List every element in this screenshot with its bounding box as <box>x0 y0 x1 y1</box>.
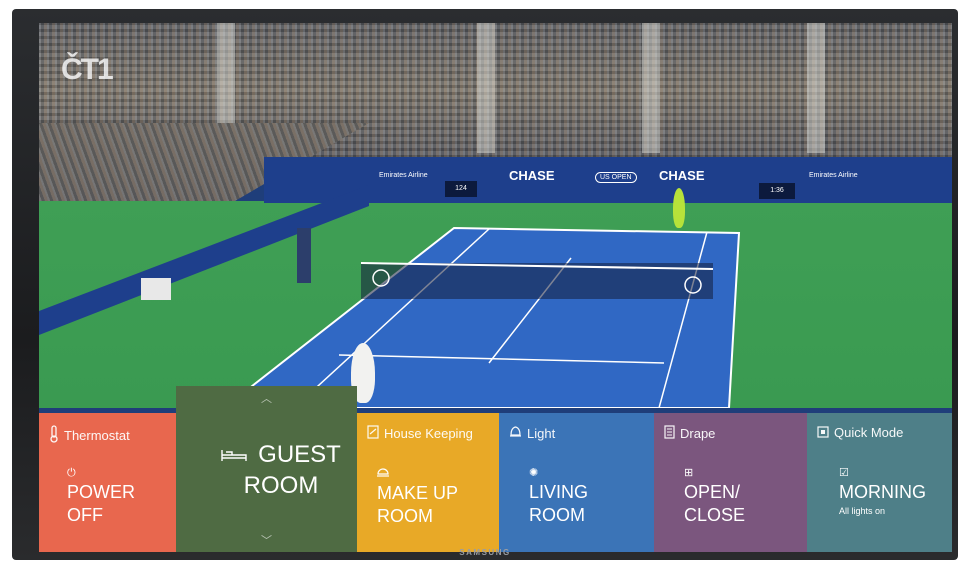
tile-body: ⊞ OPEN/ CLOSE <box>684 467 745 527</box>
tv-screen: Emirates Airline CHASE US OPEN CHASE Emi… <box>39 23 952 552</box>
room-service-icon <box>377 467 458 480</box>
checkbox-icon: ☑ <box>839 467 849 479</box>
tennis-broadcast: Emirates Airline CHASE US OPEN CHASE Emi… <box>39 23 952 408</box>
guest-room-tile[interactable]: ︿ GUEST ROOM ﹀ <box>176 386 357 552</box>
tile-line1: MORNING <box>839 482 926 502</box>
tile-line2: CLOSE <box>684 505 746 525</box>
grid-icon: ⊞ <box>684 467 694 479</box>
tile-line1: OPEN/ <box>684 482 741 502</box>
tile-subtext: All lights on <box>839 506 886 516</box>
tile-line1: POWER <box>67 482 136 502</box>
guest-line2: ROOM <box>243 472 319 499</box>
house-keeping-tile[interactable]: House Keeping MAKE UP ROOM <box>357 413 499 552</box>
tv-brand-label: SAMSUNG <box>459 548 511 557</box>
mode-icon <box>817 425 829 440</box>
quick-mode-tile[interactable]: Quick Mode ☑ MORNING All lights on <box>807 413 952 552</box>
thermometer-icon <box>49 425 59 445</box>
bell-icon <box>509 425 522 441</box>
tile-header: Light <box>509 425 555 441</box>
tile-body: ⏻ POWER OFF <box>67 467 135 527</box>
tile-header: Quick Mode <box>817 425 903 440</box>
light-bulb-icon: ✺ <box>529 467 539 479</box>
tile-header: Drape <box>664 425 715 441</box>
tile-line1: LIVING <box>529 482 589 502</box>
courtside-cooler <box>141 278 171 300</box>
tile-title: Drape <box>680 425 716 441</box>
power-icon: ⏻ <box>67 467 76 479</box>
umpire-chair <box>297 228 311 283</box>
tile-line2: ROOM <box>529 505 585 525</box>
tile-body: ✺ LIVING ROOM <box>529 467 588 527</box>
tile-header: Thermostat <box>49 425 130 445</box>
bed-icon <box>221 446 252 466</box>
tile-title: Thermostat <box>64 427 130 443</box>
tile-title: House Keeping <box>384 425 473 441</box>
tile-line2: ROOM <box>377 506 433 526</box>
guest-line1: GUEST <box>258 441 341 468</box>
tennis-court <box>141 226 741 408</box>
tv-frame: Emirates Airline CHASE US OPEN CHASE Emi… <box>12 9 958 560</box>
tile-title: Quick Mode <box>834 425 904 440</box>
drape-tile[interactable]: Drape ⊞ OPEN/ CLOSE <box>654 413 807 552</box>
tile-line2: OFF <box>67 505 103 525</box>
far-player <box>673 188 685 228</box>
chevron-down-icon[interactable]: ﹀ <box>176 532 357 548</box>
tile-body: ☑ MORNING All lights on <box>839 467 926 516</box>
tile-body: MAKE UP ROOM <box>377 467 458 528</box>
light-tile[interactable]: Light ✺ LIVING ROOM <box>499 413 654 552</box>
clipboard-icon <box>367 425 379 441</box>
chevron-up-icon[interactable]: ︿ <box>176 390 357 406</box>
thermostat-tile[interactable]: Thermostat ⏻ POWER OFF <box>39 413 176 552</box>
drape-icon <box>664 425 675 441</box>
channel-logo: ČT1 <box>61 53 114 86</box>
guest-room-title: GUEST ROOM <box>206 440 356 500</box>
tile-line1: MAKE UP <box>377 483 459 503</box>
tile-header: House Keeping <box>367 425 473 441</box>
tile-title: Light <box>527 425 556 441</box>
